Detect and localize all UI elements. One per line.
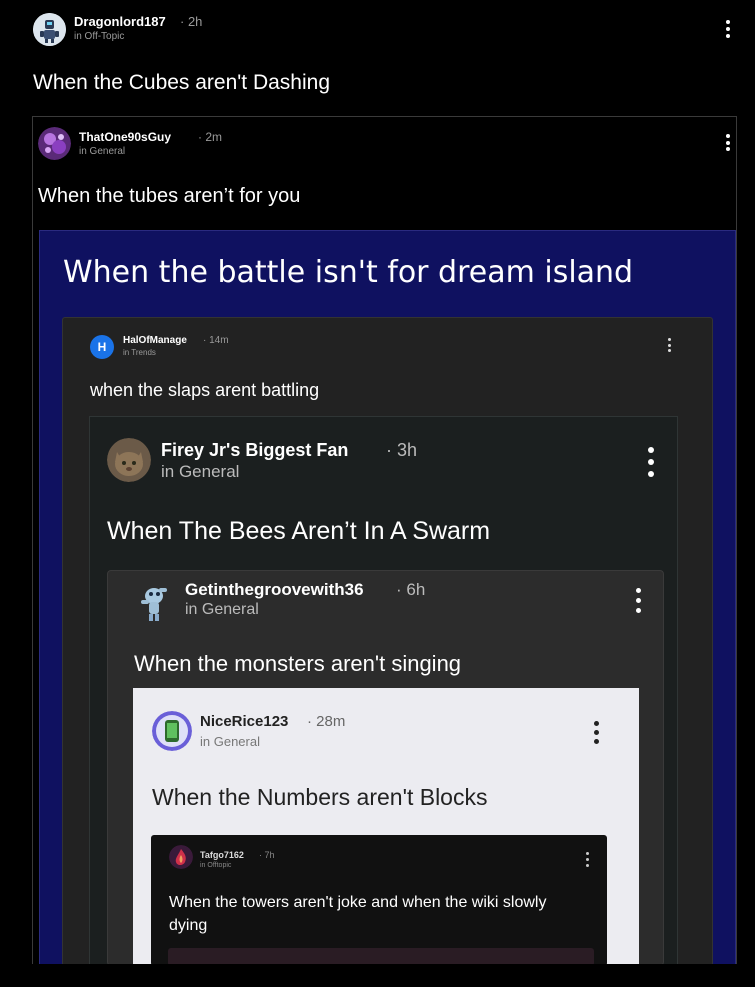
post-time: · 2m [198, 130, 222, 144]
post-community[interactable]: in Offtopic [200, 862, 231, 869]
post-username[interactable]: Dragonlord187 [74, 14, 166, 29]
kebab-menu-icon[interactable] [635, 588, 642, 613]
red-flame-avatar-icon[interactable] [169, 845, 193, 869]
post-time: · 3h [386, 440, 418, 460]
post-community[interactable]: in General [185, 601, 259, 619]
post-title: When the battle isn't for dream island [63, 255, 634, 290]
post-time: · 6h [396, 580, 426, 599]
kebab-menu-icon[interactable] [593, 721, 600, 744]
post-community[interactable]: in General [161, 462, 239, 482]
post-username[interactable]: NiceRice123 [200, 713, 288, 730]
post-title: When the tubes aren’t for you [38, 185, 301, 207]
post-community[interactable]: in Off-Topic [74, 31, 124, 42]
post-username[interactable]: Tafgo7162 [200, 850, 244, 860]
robot-avatar-icon[interactable] [33, 13, 66, 46]
avatar-letter: H [97, 340, 107, 354]
screenshot-bottom-edge [0, 964, 755, 987]
purple-splash-avatar-icon[interactable] [38, 127, 71, 160]
post-community[interactable]: in General [200, 734, 260, 749]
post-username[interactable]: ThatOne90sGuy [79, 130, 171, 144]
post-time: · 7h [259, 850, 275, 860]
kebab-menu-icon[interactable] [647, 447, 655, 477]
post-time: · 2h [180, 14, 203, 29]
post-community[interactable]: in Trends [123, 348, 156, 357]
post-time: · 14m [203, 335, 229, 346]
post-title: when the slaps arent battling [90, 380, 320, 400]
cat-photo-avatar-icon[interactable] [107, 438, 151, 482]
kebab-menu-icon[interactable] [585, 852, 590, 867]
post-username[interactable]: Getinthegroovewith36 [185, 580, 364, 600]
post-community[interactable]: in General [79, 146, 125, 157]
kebab-menu-icon[interactable] [667, 338, 672, 352]
post-title: When the towers aren't joke and when the… [169, 894, 547, 934]
post-username[interactable]: Firey Jr's Biggest Fan [161, 440, 348, 461]
kebab-menu-icon[interactable] [725, 134, 731, 151]
kebab-menu-icon[interactable] [725, 20, 731, 38]
post-header: Dragonlord187 · 2h in Off-Topic [0, 0, 755, 60]
post-title: When The Bees Aren’t In A Swarm [107, 517, 491, 545]
post-title: When the Cubes aren't Dashing [33, 71, 331, 94]
post-time: · 28m [307, 713, 346, 730]
post-title: When the monsters aren't singing [134, 651, 462, 676]
post-username[interactable]: HalOfManage [123, 335, 187, 346]
letter-avatar-icon[interactable]: H [90, 335, 114, 359]
monster-character-avatar-icon[interactable] [137, 580, 171, 622]
post-title: When the Numbers aren't Blocks [152, 784, 488, 810]
green-phone-avatar-icon[interactable] [152, 711, 192, 751]
